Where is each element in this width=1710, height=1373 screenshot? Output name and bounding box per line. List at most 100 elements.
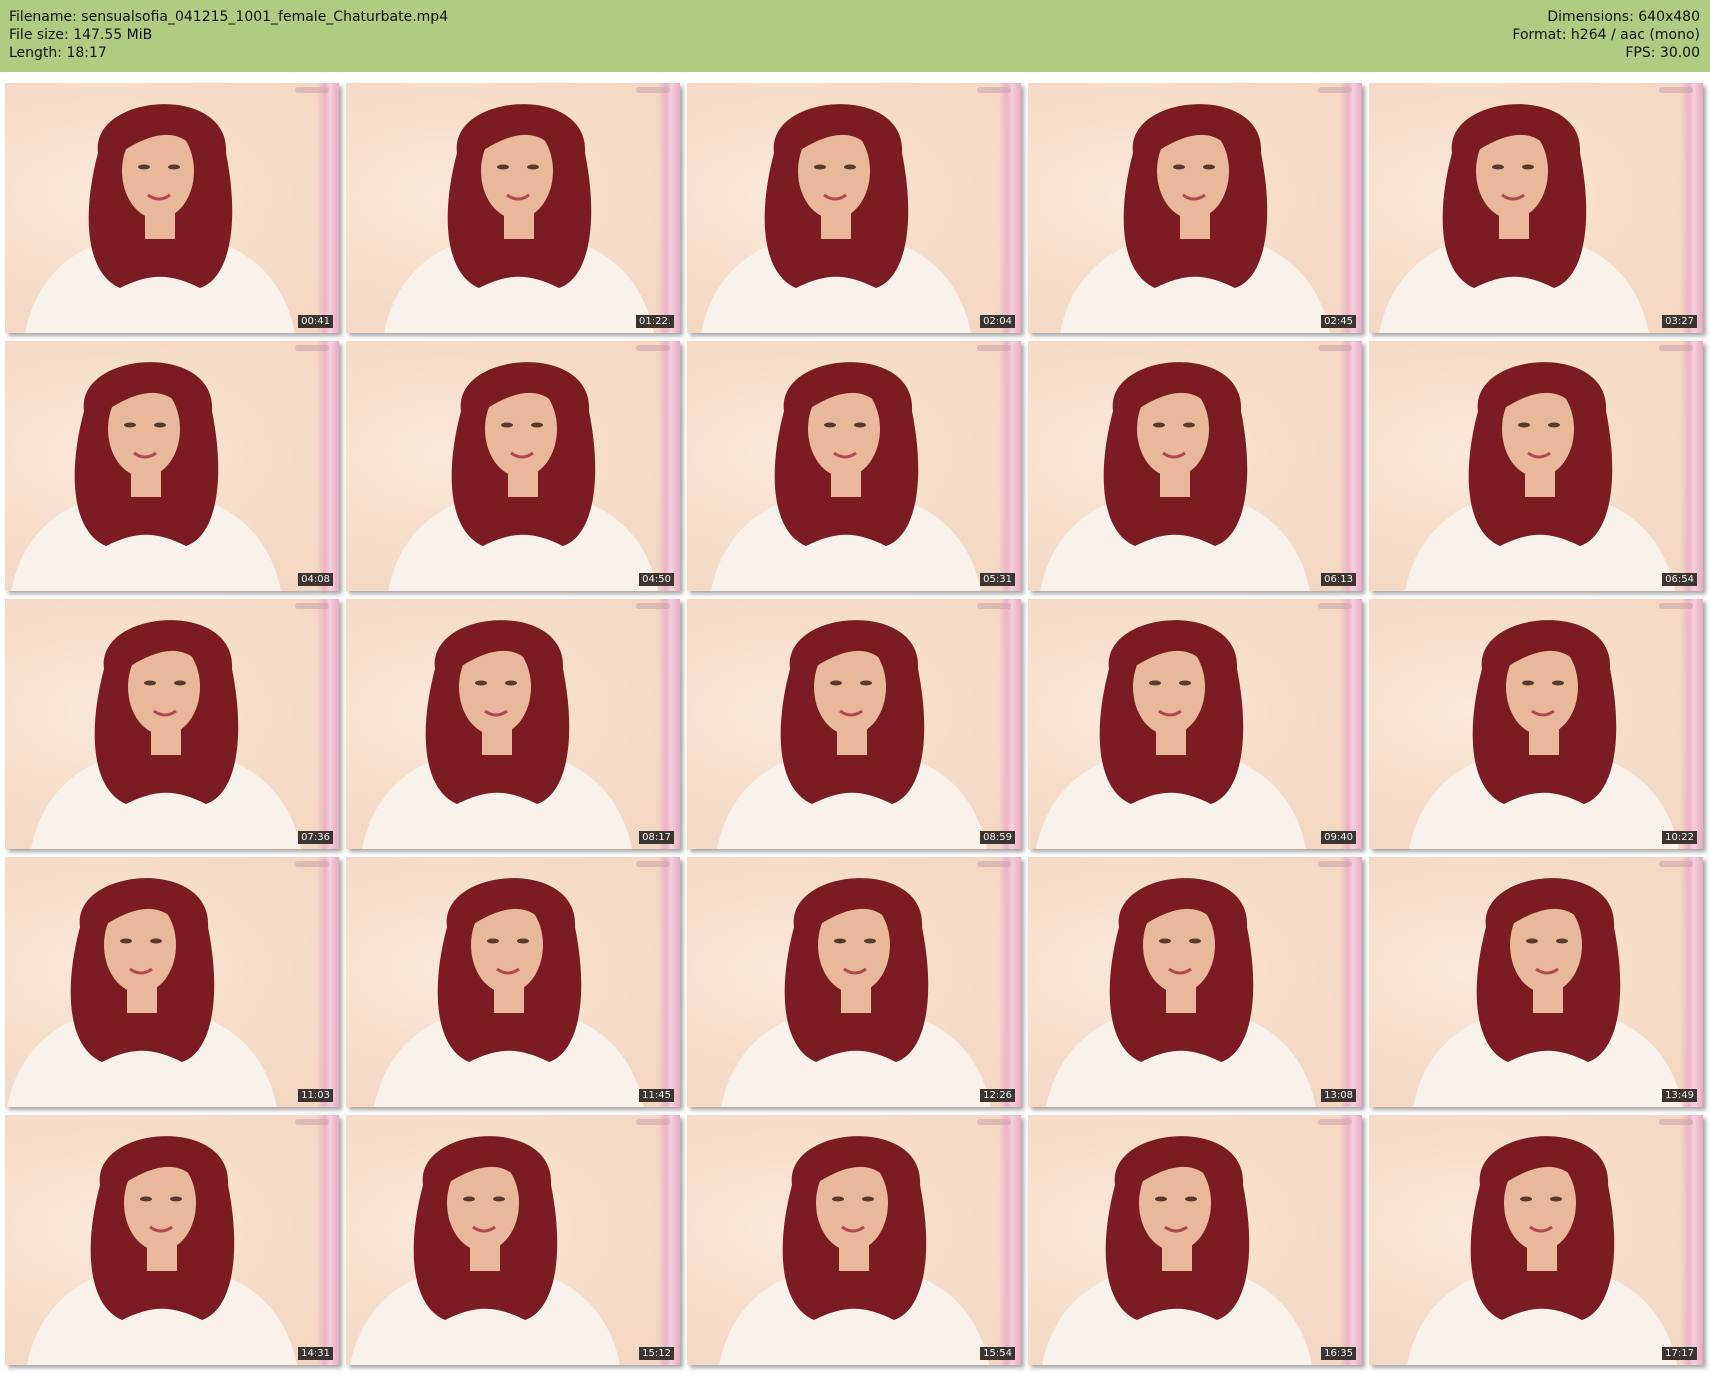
thumbnail-timestamp: 06:54 [1662, 573, 1697, 586]
video-thumbnail: 09:40 [1028, 599, 1362, 849]
video-thumbnail: 12:26 [687, 857, 1021, 1107]
person-figure [1036, 620, 1306, 849]
person-figure [1409, 620, 1679, 849]
thumbnail-timestamp: 08:59 [980, 831, 1015, 844]
person-figure [1040, 362, 1310, 591]
watermark [295, 87, 329, 93]
watermark [636, 603, 670, 609]
video-thumbnail: 01:22. [346, 83, 680, 333]
curtain-background [1340, 599, 1362, 849]
person-figure [1405, 362, 1675, 591]
curtain-background [999, 599, 1021, 849]
watermark [1659, 861, 1693, 867]
thumbnail-timestamp: 16:35 [1321, 1347, 1356, 1360]
thumbnail-grid: 00:41 01:22. 02:04 02:45 03:27 04:08 04:50 05:3… [5, 83, 1705, 1366]
curtain-background [1681, 341, 1703, 591]
thumbnail-timestamp: 10:22 [1662, 831, 1697, 844]
curtain-background [1340, 83, 1362, 333]
person-figure [7, 878, 277, 1107]
video-info-header: Filename: sensualsofia_041215_1001_femal… [0, 0, 1710, 72]
curtain-background [1681, 599, 1703, 849]
thumbnail-timestamp: 17:17 [1662, 1347, 1697, 1360]
curtain-background [658, 83, 680, 333]
video-thumbnail: 11:03 [5, 857, 339, 1107]
curtain-background [658, 599, 680, 849]
person-figure [1046, 878, 1316, 1107]
video-thumbnail: 07:36 [5, 599, 339, 849]
person-figure [721, 878, 991, 1107]
person-figure [388, 362, 658, 591]
video-thumbnail: 13:08 [1028, 857, 1362, 1107]
watermark [977, 1119, 1011, 1125]
thumbnail-timestamp: 02:04 [980, 315, 1015, 328]
watermark [295, 861, 329, 867]
thumbnail-timestamp: 03:27 [1662, 315, 1697, 328]
curtain-background [999, 857, 1021, 1107]
video-thumbnail: 17:17 [1369, 1115, 1703, 1365]
thumbnail-timestamp: 13:49 [1662, 1089, 1697, 1102]
thumbnail-timestamp: 04:08 [298, 573, 333, 586]
watermark [977, 603, 1011, 609]
watermark [1318, 1119, 1352, 1125]
video-thumbnail: 11:45 [346, 857, 680, 1107]
video-thumbnail: 02:04 [687, 83, 1021, 333]
dimensions-text: Dimensions: 640x480 [1547, 9, 1700, 25]
thumbnail-timestamp: 14:31 [298, 1347, 333, 1360]
thumbnail-timestamp: 08:17 [639, 831, 674, 844]
person-figure [350, 1136, 620, 1365]
person-figure [1407, 1136, 1677, 1365]
person-figure [717, 620, 987, 849]
watermark [1318, 87, 1352, 93]
curtain-background [317, 341, 339, 591]
thumbnail-timestamp: 04:50 [639, 573, 674, 586]
person-figure [384, 104, 654, 333]
curtain-background [317, 599, 339, 849]
person-figure [719, 1136, 989, 1365]
watermark [295, 603, 329, 609]
person-figure [1413, 878, 1683, 1107]
watermark [295, 345, 329, 351]
curtain-background [658, 857, 680, 1107]
watermark [977, 345, 1011, 351]
thumbnail-timestamp: 06:13 [1321, 573, 1356, 586]
person-figure [701, 104, 971, 333]
thumbnail-timestamp: 01:22. [636, 315, 674, 328]
video-thumbnail: 13:49 [1369, 857, 1703, 1107]
video-thumbnail: 06:13 [1028, 341, 1362, 591]
watermark [636, 345, 670, 351]
watermark [977, 861, 1011, 867]
video-thumbnail: 05:31 [687, 341, 1021, 591]
watermark [1659, 345, 1693, 351]
video-thumbnail: 02:45 [1028, 83, 1362, 333]
watermark [977, 87, 1011, 93]
person-figure [1042, 1136, 1312, 1365]
format-text: Format: h264 / aac (mono) [1512, 27, 1700, 43]
fps-text: FPS: 30.00 [1625, 45, 1700, 61]
thumbnail-timestamp: 15:12 [639, 1347, 674, 1360]
thumbnail-timestamp: 05:31 [980, 573, 1015, 586]
video-thumbnail: 04:50 [346, 341, 680, 591]
video-thumbnail: 15:54 [687, 1115, 1021, 1365]
watermark [1659, 603, 1693, 609]
thumbnail-timestamp: 11:45 [639, 1089, 674, 1102]
watermark [636, 861, 670, 867]
stream-info: Dimensions: 640x480 Format: h264 / aac (… [1512, 8, 1700, 62]
curtain-background [999, 83, 1021, 333]
watermark [1318, 345, 1352, 351]
thumbnail-timestamp: 09:40 [1321, 831, 1356, 844]
curtain-background [1681, 83, 1703, 333]
curtain-background [1681, 1115, 1703, 1365]
thumbnail-timestamp: 02:45 [1321, 315, 1356, 328]
curtain-background [1681, 857, 1703, 1107]
person-figure [1060, 104, 1330, 333]
curtain-background [1340, 857, 1362, 1107]
file-info: Filename: sensualsofia_041215_1001_femal… [9, 8, 448, 62]
person-figure [11, 362, 281, 591]
video-thumbnail: 04:08 [5, 341, 339, 591]
person-figure [362, 620, 632, 849]
video-thumbnail: 03:27 [1369, 83, 1703, 333]
video-thumbnail: 14:31 [5, 1115, 339, 1365]
watermark [1318, 861, 1352, 867]
person-figure [25, 104, 295, 333]
video-thumbnail: 16:35 [1028, 1115, 1362, 1365]
